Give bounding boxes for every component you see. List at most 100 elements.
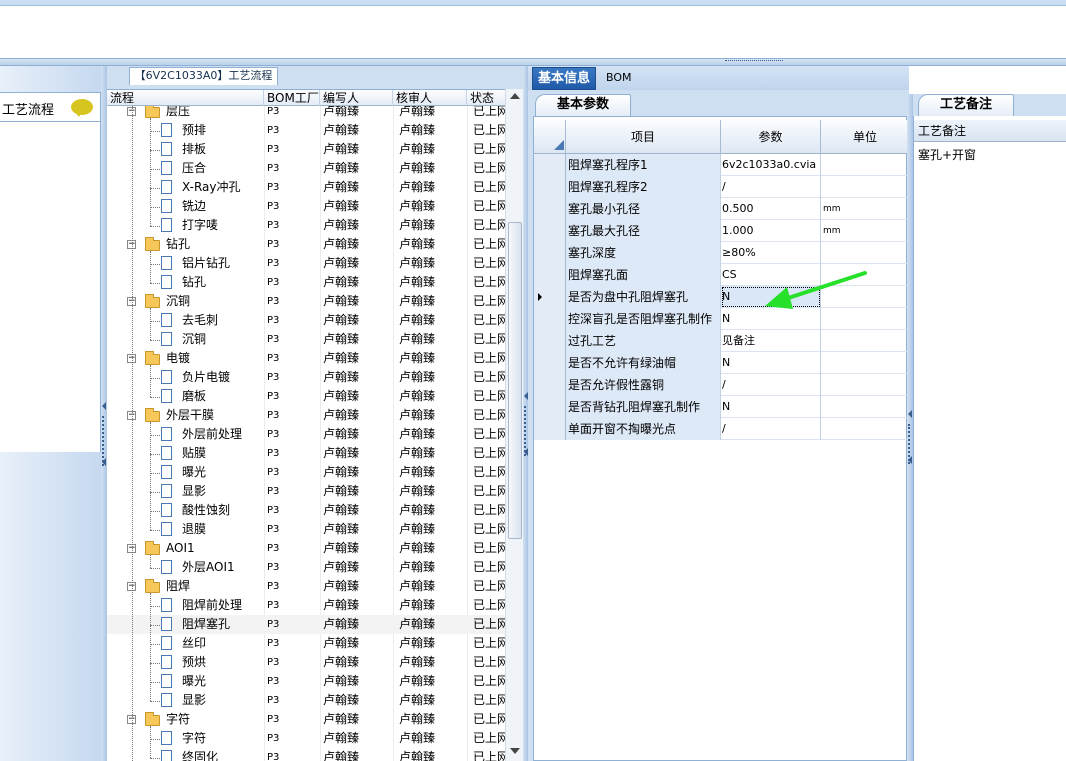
row-indicator[interactable] — [534, 352, 566, 374]
tree-step-row[interactable]: 压合 P3 卢翰臻 卢翰臻 已上网 — [107, 159, 505, 178]
row-indicator[interactable] — [534, 374, 566, 396]
tree-node[interactable]: 丝印 — [107, 634, 263, 653]
param-row[interactable]: 是否不允许有绿油帽 N — [534, 352, 909, 374]
tree-step-row[interactable]: 阻焊前处理 P3 卢翰臻 卢翰臻 已上网 — [107, 596, 505, 615]
param-value-cell[interactable]: / — [721, 418, 821, 440]
tree-node[interactable]: 预排 — [107, 121, 263, 140]
param-row[interactable]: 是否背钻孔阻焊塞孔制作 N — [534, 396, 909, 418]
param-value-cell[interactable]: / — [721, 374, 821, 396]
tree-step-row[interactable]: 铣边 P3 卢翰臻 卢翰臻 已上网 — [107, 197, 505, 216]
tree-node[interactable]: 铣边 — [107, 197, 263, 216]
process-flow-tab[interactable]: 【6V2C1033A0】工艺流程 — [129, 67, 278, 85]
tree-node[interactable]: 排板 — [107, 140, 263, 159]
row-indicator[interactable] — [534, 220, 566, 242]
param-row[interactable]: 阻焊塞孔程序1 6v2c1033a0.cvia — [534, 154, 909, 176]
tree-step-row[interactable]: 终固化 P3 卢翰臻 卢翰臻 已上网 — [107, 748, 505, 761]
tree-node[interactable]: 字符 — [107, 729, 263, 748]
tree-step-row[interactable]: 排板 P3 卢翰臻 卢翰臻 已上网 — [107, 140, 505, 159]
col-header-status[interactable]: 状态 — [467, 90, 507, 106]
tree-step-row[interactable]: 预排 P3 卢翰臻 卢翰臻 已上网 — [107, 121, 505, 140]
scroll-thumb[interactable] — [508, 222, 522, 539]
tree-node[interactable]: − 钻孔 — [107, 235, 263, 254]
tab-process-notes[interactable]: 工艺备注 — [918, 94, 1014, 116]
notes-text[interactable]: 塞孔+开窗 — [918, 146, 976, 163]
row-indicator[interactable] — [534, 264, 566, 286]
tree-folder-row[interactable]: − 钻孔 P3 卢翰臻 卢翰臻 已上网 — [107, 235, 505, 254]
tree-node[interactable]: 终固化 — [107, 748, 263, 761]
tree-step-row[interactable]: 曝光 P3 卢翰臻 卢翰臻 已上网 — [107, 463, 505, 482]
splitter-grip[interactable] — [725, 60, 783, 64]
tree-node[interactable]: 沉铜 — [107, 330, 263, 349]
tree-folder-row[interactable]: − 外层干膜 P3 卢翰臻 卢翰臻 已上网 — [107, 406, 505, 425]
param-row[interactable]: 阻焊塞孔程序2/ — [534, 176, 909, 198]
tab-basic-params[interactable]: 基本参数 — [535, 94, 631, 116]
tree-node[interactable]: 曝光 — [107, 672, 263, 691]
horizontal-splitter[interactable] — [0, 58, 1066, 66]
param-value-cell[interactable]: 1.000 — [721, 220, 821, 242]
row-indicator[interactable] — [534, 330, 566, 352]
tree-folder-row[interactable]: − AOI1 P3 卢翰臻 卢翰臻 已上网 — [107, 539, 505, 558]
tree-folder-row[interactable]: − 沉铜 P3 卢翰臻 卢翰臻 已上网 — [107, 292, 505, 311]
param-row[interactable]: 是否允许假性露铜 / — [534, 374, 909, 396]
tree-step-row[interactable]: 贴膜 P3 卢翰臻 卢翰臻 已上网 — [107, 444, 505, 463]
tree-node[interactable]: 去毛刺 — [107, 311, 263, 330]
tree-node[interactable]: X-Ray冲孔 — [107, 178, 263, 197]
tree-node[interactable]: 磨板 — [107, 387, 263, 406]
param-row[interactable]: 塞孔深度 ≥80% — [534, 242, 909, 264]
tree-node[interactable]: − 阻焊 — [107, 577, 263, 596]
tree-node[interactable]: − 层压 — [107, 106, 263, 121]
collapse-left-icon[interactable] — [102, 458, 106, 466]
scroll-down-icon[interactable] — [510, 748, 520, 754]
tree-node[interactable]: − 字符 — [107, 710, 263, 729]
row-indicator[interactable] — [534, 154, 566, 176]
row-indicator[interactable] — [534, 176, 566, 198]
col-header-reviewer[interactable]: 核审人 — [393, 90, 467, 106]
tree-node[interactable]: − AOI1 — [107, 539, 263, 558]
tree-folder-row[interactable]: − 层压 P3 卢翰臻 卢翰臻 已上网 — [107, 106, 505, 121]
col-header-param[interactable]: 参数 — [721, 120, 821, 154]
tree-step-row[interactable]: 阻焊塞孔 P3 卢翰臻 卢翰臻 已上网 — [107, 615, 505, 634]
tree-node[interactable]: 钻孔 — [107, 273, 263, 292]
tree-folder-row[interactable]: − 电镀 P3 卢翰臻 卢翰臻 已上网 — [107, 349, 505, 368]
param-row[interactable]: 单面开窗不掏曝光点 / — [534, 418, 909, 440]
tree-step-row[interactable]: 沉铜 P3 卢翰臻 卢翰臻 已上网 — [107, 330, 505, 349]
tree-node[interactable]: 预烘 — [107, 653, 263, 672]
tab-bom[interactable]: BOM — [606, 71, 632, 84]
tree-step-row[interactable]: 丝印 P3 卢翰臻 卢翰臻 已上网 — [107, 634, 505, 653]
row-header-corner[interactable] — [534, 120, 566, 154]
tree-node[interactable]: 贴膜 — [107, 444, 263, 463]
tree-step-row[interactable]: 磨板 P3 卢翰臻 卢翰臻 已上网 — [107, 387, 505, 406]
tree-node[interactable]: 打字唛 — [107, 216, 263, 235]
tree-node[interactable]: 阻焊前处理 — [107, 596, 263, 615]
tree-step-row[interactable]: 显影 P3 卢翰臻 卢翰臻 已上网 — [107, 691, 505, 710]
collapse-left-icon[interactable] — [102, 402, 106, 410]
collapse-right-icon[interactable] — [908, 410, 912, 418]
speech-bubble-icon[interactable] — [71, 99, 93, 117]
scroll-up-icon[interactable] — [510, 93, 520, 99]
row-indicator[interactable] — [534, 286, 566, 308]
tree-step-row[interactable]: 外层前处理 P3 卢翰臻 卢翰臻 已上网 — [107, 425, 505, 444]
tree-folder-row[interactable]: − 字符 P3 卢翰臻 卢翰臻 已上网 — [107, 710, 505, 729]
tree-step-row[interactable]: 曝光 P3 卢翰臻 卢翰臻 已上网 — [107, 672, 505, 691]
tree-node[interactable]: 外层前处理 — [107, 425, 263, 444]
tree-step-row[interactable]: 字符 P3 卢翰臻 卢翰臻 已上网 — [107, 729, 505, 748]
param-row[interactable]: 塞孔最大孔径 1.000 mm — [534, 220, 909, 242]
tree-step-row[interactable]: 预烘 P3 卢翰臻 卢翰臻 已上网 — [107, 653, 505, 672]
col-header-unit[interactable]: 单位 — [821, 120, 909, 154]
tree-step-row[interactable]: X-Ray冲孔 P3 卢翰臻 卢翰臻 已上网 — [107, 178, 505, 197]
param-value-cell[interactable]: 6v2c1033a0.cvia — [721, 154, 821, 176]
tree-step-row[interactable]: 钻孔 P3 卢翰臻 卢翰臻 已上网 — [107, 273, 505, 292]
tree-step-row[interactable]: 外层AOI1 P3 卢翰臻 卢翰臻 已上网 — [107, 558, 505, 577]
tree-node[interactable]: 曝光 — [107, 463, 263, 482]
tree-step-row[interactable]: 退膜 P3 卢翰臻 卢翰臻 已上网 — [107, 520, 505, 539]
param-value-cell[interactable]: 0.500 — [721, 198, 821, 220]
tab-basic-info[interactable]: 基本信息 — [532, 67, 596, 90]
collapse-right-icon[interactable] — [908, 456, 912, 464]
tree-node[interactable]: 酸性蚀刻 — [107, 501, 263, 520]
tree-node[interactable]: − 电镀 — [107, 349, 263, 368]
row-indicator[interactable] — [534, 198, 566, 220]
tree-step-row[interactable]: 打字唛 P3 卢翰臻 卢翰臻 已上网 — [107, 216, 505, 235]
tree-node[interactable]: 退膜 — [107, 520, 263, 539]
tree-node[interactable]: 铝片钻孔 — [107, 254, 263, 273]
tree-node[interactable]: 负片电镀 — [107, 368, 263, 387]
